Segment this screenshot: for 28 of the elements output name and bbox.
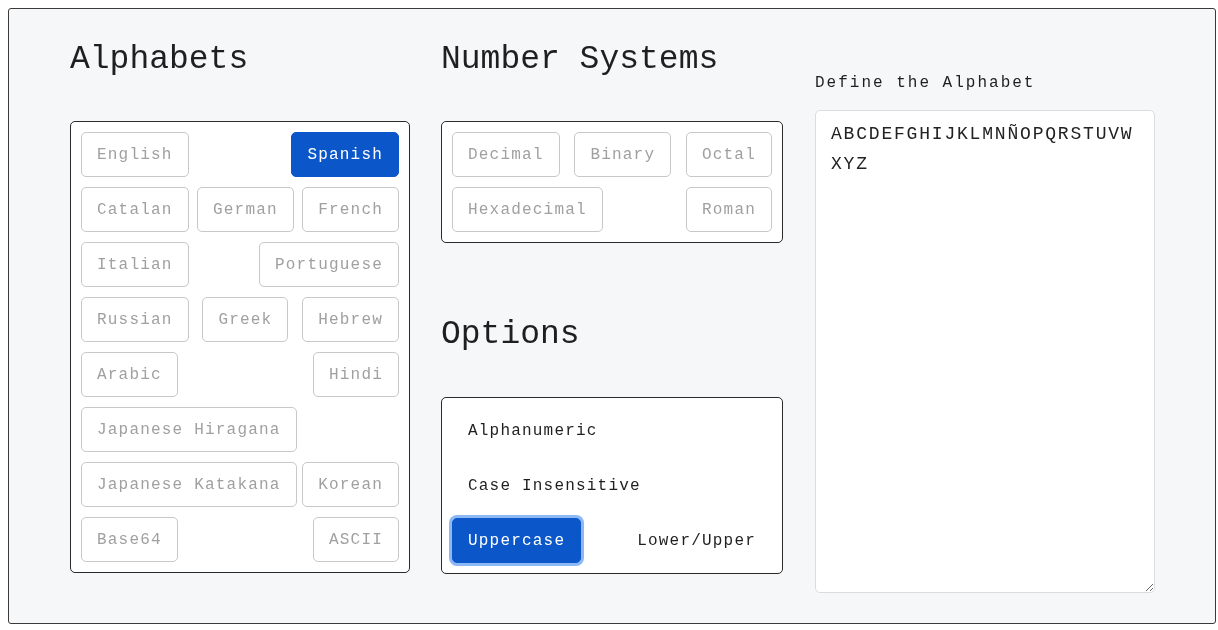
- number-system-button[interactable]: Octal: [685, 132, 772, 177]
- section-title: Number Systems: [441, 40, 719, 80]
- alphabet-button[interactable]: French: [302, 187, 399, 232]
- alphabet-button[interactable]: Catalan: [81, 187, 189, 232]
- alphabet-field[interactable]: ABCDEFGHIJKLMNÑOPQRSTUVWXYZ: [815, 110, 1155, 593]
- alphabet-button[interactable]: Italian: [81, 242, 189, 287]
- alphabet-button[interactable]: English: [81, 132, 189, 177]
- alphabet-button[interactable]: Korean: [302, 462, 399, 507]
- alphabet-button[interactable]: Arabic: [81, 352, 178, 397]
- number-system-button[interactable]: Hexadecimal: [452, 187, 603, 232]
- alphabet-button[interactable]: ASCII: [313, 517, 399, 562]
- number-system-button[interactable]: Roman: [686, 187, 772, 232]
- alphabet-button[interactable]: Greek: [202, 297, 289, 342]
- field-label: Define the Alphabet: [815, 73, 1037, 93]
- alphabet-button[interactable]: Hindi: [313, 352, 399, 397]
- alphabet-button[interactable]: Russian: [81, 297, 189, 342]
- alphabet-button[interactable]: Base64: [81, 517, 178, 562]
- alphabet-button[interactable]: German: [197, 187, 294, 232]
- option-button[interactable]: Uppercase: [452, 518, 582, 563]
- number-system-button[interactable]: Binary: [574, 132, 672, 177]
- section-title: Alphabets: [70, 40, 249, 80]
- alphabet-button[interactable]: Japanese Hiragana: [81, 407, 297, 452]
- alphabet-button[interactable]: Portuguese: [259, 242, 399, 287]
- alphabet-button[interactable]: Hebrew: [302, 297, 399, 342]
- alphabet-button[interactable]: Japanese Katakana: [81, 462, 297, 507]
- alphabet-button[interactable]: Spanish: [291, 132, 399, 177]
- section-title: Options: [441, 315, 580, 355]
- number-system-button[interactable]: Decimal: [452, 132, 560, 177]
